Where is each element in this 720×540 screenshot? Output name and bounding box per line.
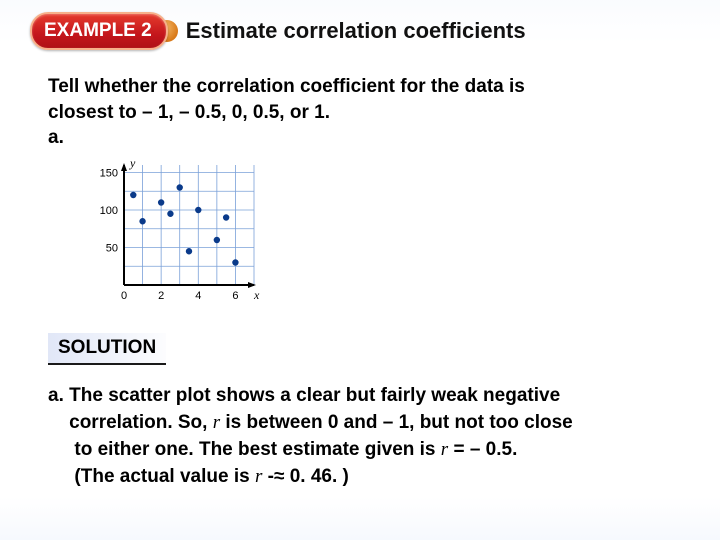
- svg-text:6: 6: [232, 290, 238, 302]
- solution-l2a: correlation. So,: [69, 412, 213, 433]
- scatter-chart: 0 2 4 6 50 100 150 x y: [90, 157, 260, 307]
- solution-l4a: (The actual value is: [74, 466, 255, 487]
- example-pill: EXAMPLE 2: [30, 12, 168, 50]
- svg-text:150: 150: [100, 167, 118, 179]
- prompt-part-label: a.: [48, 127, 64, 148]
- header-row: EXAMPLE 2 Estimate correlation coefficie…: [30, 12, 690, 50]
- solution-l4b: ‑≈ 0. 46. ): [262, 466, 348, 487]
- svg-text:50: 50: [106, 242, 118, 254]
- section-title: Estimate correlation coefficients: [186, 18, 526, 44]
- prompt-line1: Tell whether the correlation coefficient…: [48, 76, 525, 97]
- svg-text:0: 0: [121, 290, 127, 302]
- solution-l1a: The scatter plot shows a clear but fairl…: [69, 385, 560, 406]
- solution-block: a. The scatter plot shows a clear but fa…: [48, 383, 672, 491]
- prompt-line2: closest to – 1, – 0.5, 0, 0.5, or 1.: [48, 102, 330, 123]
- svg-text:x: x: [253, 288, 260, 302]
- example-label: EXAMPLE 2: [44, 20, 152, 41]
- solution-l2b: is between 0 and – 1, but not too close: [220, 412, 573, 433]
- solution-heading: SOLUTION: [48, 333, 166, 365]
- svg-text:y: y: [129, 157, 136, 170]
- solution-part-label: a.: [48, 385, 64, 406]
- svg-text:4: 4: [195, 290, 201, 302]
- solution-l3a: to either one. The best estimate given i…: [74, 439, 440, 460]
- r-var: r: [213, 412, 220, 433]
- solution-l3b: = – 0.5.: [448, 439, 517, 460]
- prompt-block: Tell whether the correlation coefficient…: [48, 74, 672, 151]
- scatter-svg: 0 2 4 6 50 100 150 x y: [90, 157, 260, 307]
- svg-text:100: 100: [100, 205, 118, 217]
- svg-text:2: 2: [158, 290, 164, 302]
